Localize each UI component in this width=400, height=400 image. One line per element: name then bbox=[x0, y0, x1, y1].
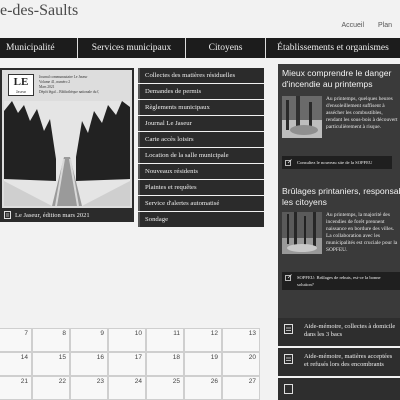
top-link-plan[interactable]: Plan bbox=[378, 22, 392, 29]
calendar-day[interactable]: 14 bbox=[0, 352, 32, 376]
reminder-encombrants[interactable]: Aide-mémoire, matières acceptées et refu… bbox=[278, 348, 400, 376]
top-links: Accueil Plan bbox=[329, 22, 392, 29]
reminder-collectes-domicile[interactable]: Aide-mémoire, collectes à domicile dans … bbox=[278, 318, 400, 346]
quick-link-nouveaux-residents[interactable]: Nouveaux résidents bbox=[138, 164, 264, 179]
calendar-day[interactable]: 7 bbox=[0, 328, 32, 352]
document-icon bbox=[284, 354, 293, 364]
reminder-text-line[interactable]: dans les 3 bacs bbox=[304, 331, 396, 339]
calendar-day[interactable]: 16 bbox=[70, 352, 108, 376]
news-title-line[interactable]: Brûlages printaniers, responsabilisons bbox=[278, 186, 400, 197]
quick-links-list: Collectes des matières résiduelles Deman… bbox=[138, 68, 264, 228]
news-item-danger-incendie: Mieux comprendre le danger d'incendie au… bbox=[278, 68, 400, 169]
calendar-day[interactable]: 13 bbox=[222, 328, 260, 352]
reminder-item[interactable] bbox=[278, 378, 400, 400]
winter-road-photo bbox=[4, 101, 130, 206]
quick-link-plaintes[interactable]: Plaintes et requêtes bbox=[138, 180, 264, 195]
quick-link-collectes[interactable]: Collectes des matières résiduelles bbox=[138, 68, 264, 83]
quick-link-reglements[interactable]: Règlements municipaux bbox=[138, 100, 264, 115]
quick-link-carte-loisirs[interactable]: Carte accès loisirs bbox=[138, 132, 264, 147]
calendar-day[interactable]: 25 bbox=[146, 376, 184, 400]
news-link-brulages-rebuts[interactable]: SOPFEU: Brûlages de rebuts, est-ce la bo… bbox=[282, 272, 400, 290]
document-icon bbox=[284, 384, 293, 394]
journal-cover-thumbnail[interactable]: LE Jaseur Journal communautaire Le Jaseu… bbox=[2, 70, 132, 208]
quick-link-alertes[interactable]: Service d'alertes automatisé bbox=[138, 196, 264, 211]
calendar-day[interactable]: 23 bbox=[70, 376, 108, 400]
external-link-icon bbox=[285, 274, 292, 281]
news-summary: Au printemps, quelques heures d'ensoleil… bbox=[326, 96, 398, 130]
news-title-line[interactable]: Mieux comprendre le danger bbox=[278, 68, 400, 79]
nav-municipalite[interactable]: Municipalité bbox=[0, 38, 78, 58]
calendar-day[interactable]: 27 bbox=[222, 376, 260, 400]
news-title-line[interactable]: les citoyens bbox=[278, 197, 400, 208]
document-icon bbox=[284, 324, 293, 334]
journal-caption-text[interactable]: Le Jaseur, édition mars 2021 bbox=[15, 212, 90, 219]
external-link-icon bbox=[285, 159, 292, 166]
quick-link-permis[interactable]: Demandes de permis bbox=[138, 84, 264, 99]
reminder-text-line[interactable]: Aide-mémoire, collectes à domicile bbox=[304, 323, 396, 331]
document-icon bbox=[4, 211, 11, 219]
news-title-line[interactable]: d'incendie au printemps bbox=[278, 79, 400, 90]
nav-services-municipaux[interactable]: Services municipaux bbox=[78, 38, 186, 58]
news-link-text[interactable]: Consultez le nouveau site de la SOPFEU bbox=[297, 160, 372, 165]
news-column: Mieux comprendre le danger d'incendie au… bbox=[278, 64, 400, 324]
nav-etablissements-organismes[interactable]: Établissements et organismes bbox=[266, 38, 400, 58]
quick-link-sondage[interactable]: Sondage bbox=[138, 212, 264, 227]
journal-logo-sub: Jaseur bbox=[16, 89, 26, 94]
reminder-text-line[interactable]: Aide-mémoire, matières acceptées bbox=[304, 353, 396, 361]
calendar-day[interactable]: 15 bbox=[32, 352, 70, 376]
calendar-day[interactable]: 12 bbox=[184, 328, 222, 352]
calendar-day[interactable]: 24 bbox=[108, 376, 146, 400]
quick-link-location-salle[interactable]: Location de la salle municipale bbox=[138, 148, 264, 163]
quick-link-journal[interactable]: Journal Le Jaseur bbox=[138, 116, 264, 131]
nav-citoyens[interactable]: Citoyens bbox=[186, 38, 266, 58]
news-link-text[interactable]: solution? bbox=[297, 281, 381, 288]
news-link-text[interactable]: SOPFEU: Brûlages de rebuts, est-ce la bo… bbox=[297, 274, 381, 281]
reminder-text-line[interactable]: et refusés lors des encombrants bbox=[304, 361, 396, 369]
calendar-day[interactable]: 21 bbox=[0, 376, 32, 400]
calendar-day[interactable]: 11 bbox=[146, 328, 184, 352]
site-title[interactable]: e-des-Saults bbox=[0, 2, 78, 20]
brush-fire-photo bbox=[282, 212, 322, 254]
journal-meta-line: Dépôt légal – Bibliothèque nationale du … bbox=[39, 90, 99, 94]
forest-fire-photo bbox=[282, 96, 322, 138]
calendar-day[interactable]: 8 bbox=[32, 328, 70, 352]
calendar-day[interactable]: 26 bbox=[184, 376, 222, 400]
news-summary: Au printemps, la majorité des incendies … bbox=[326, 212, 398, 253]
news-link-sopfeu-site[interactable]: Consultez le nouveau site de la SOPFEU bbox=[282, 156, 392, 169]
top-link-accueil[interactable]: Accueil bbox=[341, 22, 364, 29]
calendar-day[interactable]: 9 bbox=[70, 328, 108, 352]
calendar-day[interactable]: 22 bbox=[32, 376, 70, 400]
journal-caption[interactable]: Le Jaseur, édition mars 2021 bbox=[0, 208, 134, 222]
news-item-brulages: Brûlages printaniers, responsabilisons l… bbox=[278, 186, 400, 290]
journal-card[interactable]: LE Jaseur Journal communautaire Le Jaseu… bbox=[0, 68, 134, 222]
calendar-day[interactable]: 10 bbox=[108, 328, 146, 352]
calendar-day[interactable]: 19 bbox=[184, 352, 222, 376]
calendar-day[interactable]: 17 bbox=[108, 352, 146, 376]
main-nav: Municipalité Services municipaux Citoyen… bbox=[0, 38, 400, 58]
calendar-day[interactable]: 20 bbox=[222, 352, 260, 376]
events-calendar: 7 8 9 10 11 12 13 14 15 16 17 18 19 20 2… bbox=[0, 328, 270, 400]
journal-meta: Journal communautaire Le Jaseur Volume 4… bbox=[39, 75, 99, 95]
calendar-day[interactable]: 18 bbox=[146, 352, 184, 376]
